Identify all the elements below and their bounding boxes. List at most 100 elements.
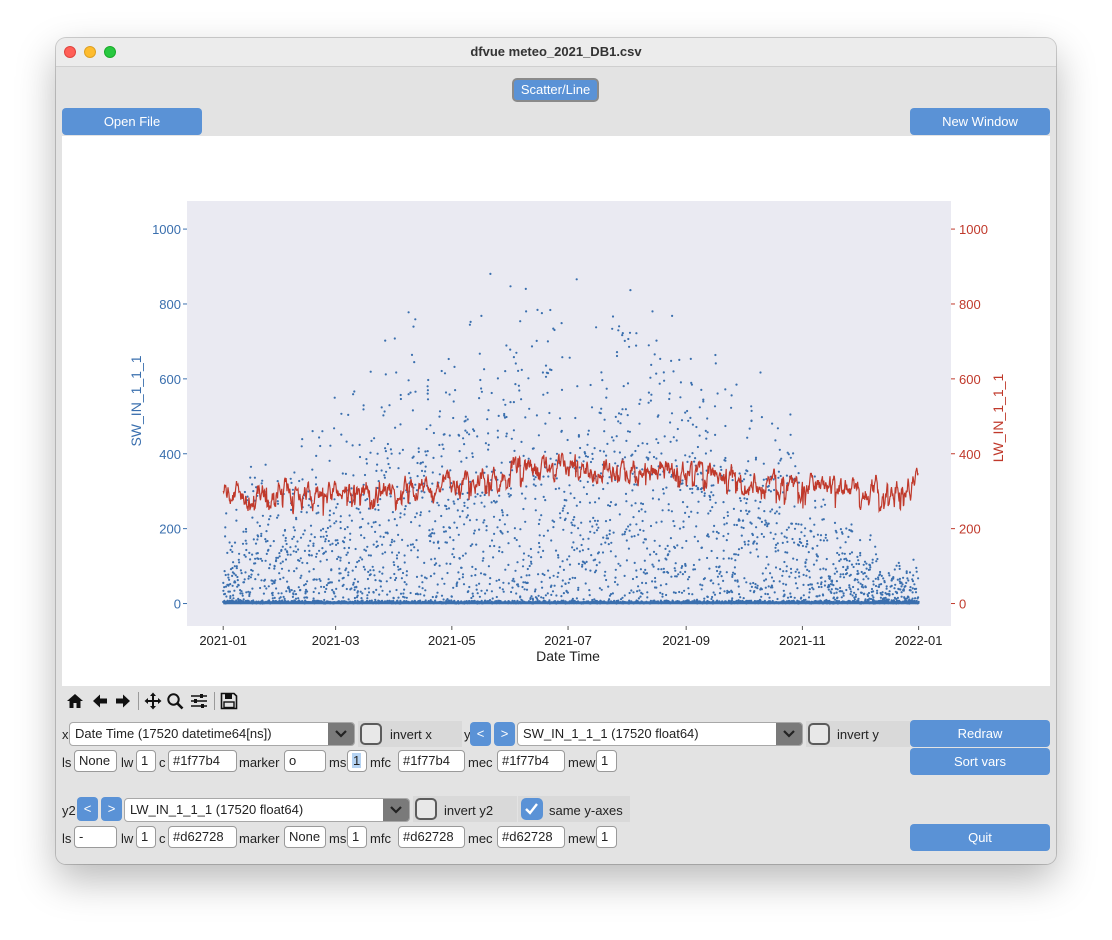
home-icon[interactable] — [66, 692, 84, 710]
y-lw-field[interactable]: 1 — [136, 750, 156, 772]
plot-canvas[interactable]: 2021-01 2021-03 2021-05 2021-07 2021-09 2021-… — [62, 136, 1050, 686]
sort-vars-button[interactable]: Sort vars — [910, 748, 1050, 775]
y-ls-field[interactable]: None — [74, 750, 117, 772]
sw-in-point — [560, 595, 563, 598]
sw-in-point — [614, 503, 618, 506]
sw-in-point — [646, 442, 649, 445]
y-variable-select[interactable]: SW_IN_1_1_1 (17520 float64) — [517, 722, 803, 746]
sw-in-point — [838, 559, 841, 563]
same-y-axes-checkbox[interactable] — [521, 798, 543, 820]
sw-in-point — [372, 569, 375, 572]
sw-in-point — [659, 357, 662, 360]
sw-in-point — [709, 498, 712, 501]
sw-in-point — [542, 549, 545, 552]
sw-in-point — [515, 351, 518, 354]
y-mfc-field[interactable]: #1f77b4 — [398, 750, 465, 772]
y-next-button[interactable]: > — [494, 722, 515, 746]
sw-in-point — [603, 418, 606, 421]
y2-marker-field[interactable]: None — [284, 826, 326, 848]
new-window-button[interactable]: New Window — [910, 108, 1050, 135]
sw-in-point — [654, 580, 657, 583]
sw-in-point — [700, 546, 703, 549]
sw-in-point — [395, 557, 399, 560]
sw-in-point — [539, 556, 543, 559]
sw-in-point — [635, 523, 638, 526]
y-ms-field[interactable]: 1 — [347, 750, 367, 772]
sw-in-point — [586, 433, 590, 436]
y2-prev-button[interactable]: < — [77, 797, 98, 821]
forward-icon[interactable] — [114, 692, 132, 710]
tab-scatter-line[interactable]: Scatter/Line — [512, 78, 599, 102]
sw-in-point — [816, 544, 819, 547]
invert-y2-checkbox[interactable] — [415, 798, 437, 820]
sw-in-point — [852, 585, 855, 589]
sw-in-point — [740, 546, 743, 550]
save-icon[interactable] — [220, 692, 238, 710]
y2-mfc-field[interactable]: #d62728 — [398, 826, 465, 848]
sw-in-point — [521, 565, 525, 568]
sw-in-point — [488, 545, 492, 548]
y2-next-button[interactable]: > — [101, 797, 122, 821]
invert-y-checkbox[interactable] — [808, 723, 830, 745]
y-marker-field[interactable]: o — [284, 750, 326, 772]
sw-in-point — [237, 584, 240, 587]
sw-in-point — [824, 580, 827, 583]
sw-in-point — [769, 490, 773, 493]
y2-color-field[interactable]: #d62728 — [168, 826, 237, 848]
pan-icon[interactable] — [144, 692, 162, 710]
configure-subplots-icon[interactable] — [190, 692, 208, 710]
sw-in-point — [475, 588, 478, 591]
sw-in-point — [686, 460, 689, 463]
sw-in-point — [260, 579, 263, 582]
y2-mec-field[interactable]: #d62728 — [497, 826, 565, 848]
sw-in-point — [625, 559, 629, 562]
sw-in-point — [752, 542, 755, 545]
sw-in-point — [356, 591, 359, 594]
sw-in-point — [677, 573, 680, 576]
sw-in-point — [472, 532, 476, 535]
sw-in-point — [657, 559, 661, 562]
sw-in-point — [542, 596, 545, 600]
sw-in-point — [591, 598, 594, 602]
y2-variable-select[interactable]: LW_IN_1_1_1 (17520 float64) — [124, 798, 410, 822]
open-file-button[interactable]: Open File — [62, 108, 202, 135]
quit-button[interactable]: Quit — [910, 824, 1050, 851]
sw-in-point — [344, 569, 347, 572]
sw-in-point — [425, 454, 428, 457]
sw-in-point — [769, 572, 772, 575]
sw-in-point — [643, 538, 646, 541]
redraw-button[interactable]: Redraw — [910, 720, 1050, 747]
sw-in-point — [286, 553, 289, 556]
sw-in-point — [851, 594, 854, 597]
sw-in-point — [542, 495, 545, 498]
sw-in-point — [311, 468, 314, 471]
invert-x-checkbox[interactable] — [360, 723, 382, 745]
y2-ls-field[interactable]: - — [74, 826, 117, 848]
x-variable-select[interactable]: Date Time (17520 datetime64[ns]) — [69, 722, 355, 746]
sw-in-point — [370, 439, 373, 442]
zoom-icon[interactable] — [166, 692, 184, 710]
sw-in-point — [588, 589, 591, 592]
invert-y2-label: invert y2 — [444, 803, 494, 818]
sw-in-point — [499, 529, 502, 533]
sw-in-point — [367, 570, 370, 573]
y-prev-button[interactable]: < — [470, 722, 491, 746]
y-color-field[interactable]: #1f77b4 — [168, 750, 237, 772]
sw-in-point — [403, 588, 406, 591]
sw-in-point — [343, 547, 346, 550]
sw-in-point — [319, 560, 322, 563]
sw-in-point — [489, 272, 492, 275]
back-icon[interactable] — [91, 692, 109, 710]
sw-in-point — [377, 508, 380, 512]
sw-in-point — [478, 397, 481, 400]
y-mew-field[interactable]: 1 — [596, 750, 617, 772]
sw-in-point — [850, 523, 853, 526]
sw-in-point — [610, 436, 614, 439]
y2-mew-field[interactable]: 1 — [596, 826, 617, 848]
sw-in-point — [443, 372, 447, 375]
y2-ms-field[interactable]: 1 — [347, 826, 367, 848]
y-mec-field[interactable]: #1f77b4 — [497, 750, 565, 772]
sw-in-point — [555, 477, 558, 480]
y2-lw-field[interactable]: 1 — [136, 826, 156, 848]
sw-in-point — [443, 433, 446, 436]
